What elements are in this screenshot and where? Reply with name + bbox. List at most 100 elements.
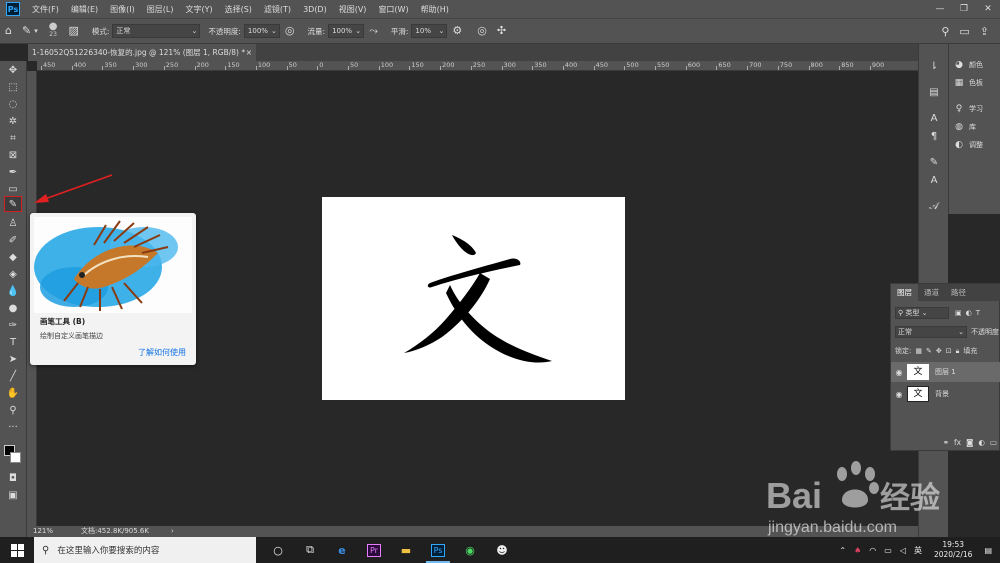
- pen-tool-icon[interactable]: ✑: [4, 318, 22, 334]
- type-tool-icon[interactable]: T: [4, 335, 22, 351]
- restore-icon[interactable]: ❐: [952, 0, 976, 18]
- flow-field[interactable]: 100% ⌄: [328, 24, 365, 38]
- gear-icon[interactable]: ⚙: [452, 18, 462, 44]
- mode-select[interactable]: 正常 ⌄: [112, 24, 201, 38]
- glyphs-panel-icon[interactable]: A: [927, 174, 941, 188]
- smoothing-field[interactable]: 10% ⌄: [411, 24, 448, 38]
- chevron-down-icon[interactable]: ▾: [34, 18, 38, 44]
- learn-panel-tab[interactable]: ♀ 学习: [953, 102, 999, 116]
- layer-row[interactable]: ◉ 文 图层 1: [891, 362, 1000, 382]
- tab-channels[interactable]: 通道: [918, 284, 945, 301]
- brush-panel-icon[interactable]: ▨: [68, 18, 78, 44]
- network-icon[interactable]: ◠: [869, 546, 876, 555]
- taskbar-search-box[interactable]: ⚲ 在这里输入你要搜索的内容: [34, 537, 256, 563]
- menu-filter[interactable]: 滤镜(T): [258, 4, 297, 15]
- eyedropper-tool-icon[interactable]: ✒: [4, 165, 22, 181]
- frame-tool-icon[interactable]: ⊠: [4, 148, 22, 164]
- lock-artboard-icon[interactable]: ⊡: [946, 347, 952, 355]
- document-tab[interactable]: 1-16052Q51226340-恢复的.jpg @ 121% (图层 1, R…: [28, 44, 256, 61]
- volume-icon[interactable]: ◁: [900, 546, 906, 555]
- opacity-field[interactable]: 100% ⌄: [243, 24, 280, 38]
- menu-window[interactable]: 窗口(W): [372, 4, 414, 15]
- clone-stamp-tool-icon[interactable]: ♙: [4, 216, 22, 232]
- brush-size-picker[interactable]: ● 23: [49, 22, 58, 39]
- lock-transparent-icon[interactable]: ▦: [915, 347, 922, 355]
- cortana-icon[interactable]: ○: [262, 537, 294, 563]
- paragraph-panel-icon[interactable]: ¶: [927, 130, 941, 144]
- filter-pixel-icon[interactable]: ▣: [955, 309, 962, 317]
- chevron-up-icon[interactable]: ⌃: [839, 546, 846, 555]
- dodge-tool-icon[interactable]: ●: [4, 301, 22, 317]
- symmetry-icon[interactable]: ✣: [497, 18, 506, 44]
- menu-image[interactable]: 图像(I): [104, 4, 141, 15]
- eye-icon[interactable]: ◉: [891, 368, 907, 377]
- photoshop-taskbar-icon[interactable]: Ps: [422, 537, 454, 563]
- zoom-tool-icon[interactable]: ⚲: [4, 403, 22, 419]
- input-method[interactable]: 英: [914, 545, 922, 556]
- wechat-icon[interactable]: ◉: [454, 537, 486, 563]
- tab-layers[interactable]: 图层: [891, 284, 918, 301]
- pressure-opacity-icon[interactable]: ◎: [285, 18, 295, 44]
- history-brush-tool-icon[interactable]: ✐: [4, 233, 22, 249]
- brush-tool-icon[interactable]: ✎: [4, 196, 22, 212]
- document-size[interactable]: 文档:452.8K/905.6K: [81, 526, 149, 537]
- brush-settings-icon[interactable]: ✎: [927, 156, 941, 170]
- minimize-icon[interactable]: —: [928, 0, 952, 18]
- windows-start-button[interactable]: [0, 537, 34, 563]
- home-icon[interactable]: ⌂: [5, 18, 12, 44]
- menu-3d[interactable]: 3D(D): [297, 5, 333, 14]
- menu-view[interactable]: 视图(V): [333, 4, 373, 15]
- more-tools-icon[interactable]: ···: [4, 420, 22, 436]
- hand-tool-icon[interactable]: ✋: [4, 386, 22, 402]
- share-icon[interactable]: ⇪: [980, 19, 989, 45]
- fx-icon[interactable]: fx: [954, 438, 961, 447]
- menu-select[interactable]: 选择(S): [219, 4, 258, 15]
- character-panel-icon[interactable]: A: [927, 112, 941, 126]
- color-swatches[interactable]: [4, 443, 24, 465]
- actions-panel-icon[interactable]: ▤: [927, 86, 941, 100]
- qq-icon[interactable]: ☻: [486, 537, 518, 563]
- magic-wand-tool-icon[interactable]: ✲: [4, 114, 22, 130]
- tray-app-icon[interactable]: ♠: [854, 546, 861, 555]
- swatches-panel-tab[interactable]: ▦ 色板: [953, 76, 999, 90]
- menu-file[interactable]: 文件(F): [26, 4, 65, 15]
- document-canvas[interactable]: [322, 197, 625, 400]
- background-color-swatch[interactable]: [10, 452, 21, 463]
- layer-filter-select[interactable]: ⚲ 类型 ⌄: [895, 307, 949, 319]
- line-tool-icon[interactable]: ╱: [4, 369, 22, 385]
- menu-help[interactable]: 帮助(H): [415, 4, 455, 15]
- search-icon[interactable]: ⚲: [941, 19, 949, 45]
- move-tool-icon[interactable]: ✥: [4, 63, 22, 79]
- color-panel-tab[interactable]: ◕ 颜色: [953, 58, 999, 72]
- close-icon[interactable]: ×: [246, 44, 252, 61]
- marquee-tool-icon[interactable]: ⬚: [4, 80, 22, 96]
- styles-panel-icon[interactable]: 𝒜: [927, 200, 941, 214]
- edge-icon[interactable]: e: [326, 537, 358, 563]
- filter-type-icon[interactable]: T: [976, 309, 980, 317]
- airbrush-icon[interactable]: ⤳: [369, 18, 378, 44]
- workspace-icon[interactable]: ▭: [959, 19, 969, 45]
- lasso-tool-icon[interactable]: ◌: [4, 97, 22, 113]
- link-layers-icon[interactable]: ⚭: [943, 438, 949, 447]
- lock-image-icon[interactable]: ✎: [926, 347, 932, 355]
- screen-mode-icon[interactable]: ▣: [4, 488, 22, 504]
- eye-icon[interactable]: ◉: [891, 390, 907, 399]
- crop-tool-icon[interactable]: ⌗: [4, 131, 22, 147]
- menu-edit[interactable]: 编辑(E): [65, 4, 104, 15]
- path-selection-tool-icon[interactable]: ➤: [4, 352, 22, 368]
- notification-icon[interactable]: ▤: [984, 546, 992, 555]
- add-mask-icon[interactable]: ◙: [966, 438, 973, 447]
- close-icon[interactable]: ✕: [976, 0, 1000, 18]
- learn-how-link[interactable]: 了解如何使用: [138, 347, 186, 358]
- file-explorer-icon[interactable]: ▬: [390, 537, 422, 563]
- libraries-panel-tab[interactable]: ◍ 库: [953, 120, 999, 134]
- filter-adjustment-icon[interactable]: ◐: [966, 309, 972, 317]
- task-view-icon[interactable]: ⧉: [294, 537, 326, 563]
- adjustments-panel-tab[interactable]: ◐ 调整: [953, 138, 999, 152]
- paint-bucket-tool-icon[interactable]: ◈: [4, 267, 22, 283]
- history-panel-icon[interactable]: ⇂: [927, 60, 941, 74]
- tab-paths[interactable]: 路径: [945, 284, 972, 301]
- menu-layer[interactable]: 图层(L): [141, 4, 180, 15]
- lock-all-icon[interactable]: 🔒︎: [956, 347, 960, 356]
- quick-mask-icon[interactable]: ◘: [4, 471, 22, 487]
